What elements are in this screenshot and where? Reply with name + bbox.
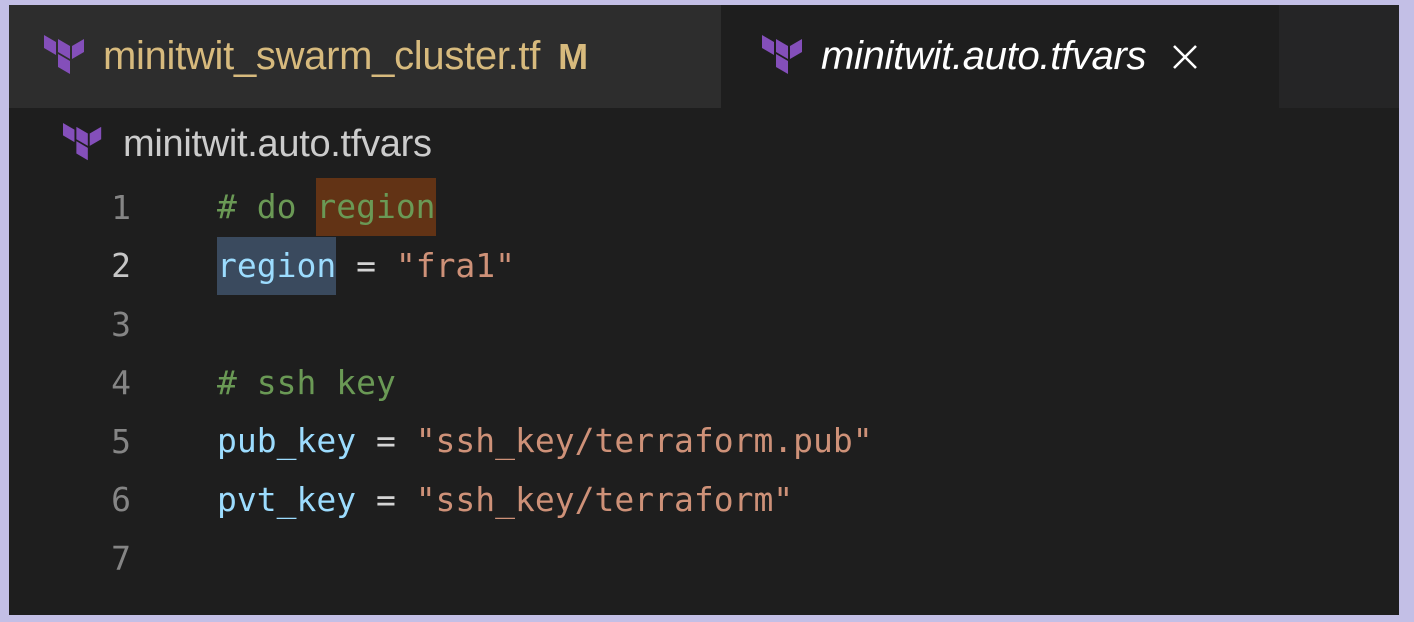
operator-token: = [356,479,416,519]
operator-token: = [336,245,396,285]
modified-badge: M [558,35,589,77]
code-line[interactable]: 5 pub_key = "ssh_key/terraform.pub" [9,412,1399,471]
editor-window: minitwit_swarm_cluster.tf M minitwit.aut… [9,5,1399,615]
line-content: pub_key = "ssh_key/terraform.pub" [217,412,873,470]
selected-variable-token: region [217,236,337,295]
line-content: region = "fra1" [217,236,516,295]
line-content: # ssh key [217,354,396,412]
code-line[interactable]: 1 # do region [9,178,1399,237]
code-line[interactable]: 7 [9,529,1399,588]
line-content: pvt_key = "ssh_key/terraform" [217,471,793,529]
terraform-icon [63,123,102,161]
comment-token: # do [217,187,317,227]
line-number: 1 [111,187,131,227]
line-number: 5 [111,421,131,461]
tab-label: minitwit_swarm_cluster.tf [103,34,541,78]
find-highlight-token: region [316,178,436,237]
line-number: 7 [111,538,131,578]
string-token: "ssh_key/terraform.pub" [415,421,873,461]
variable-token: pvt_key [217,479,357,519]
code-line[interactable]: 6 pvt_key = "ssh_key/terraform" [9,471,1399,530]
terraform-icon [762,34,802,74]
tab-label: minitwit.auto.tfvars [821,34,1147,78]
variable-token: pub_key [217,421,357,461]
line-content: # do region [217,178,436,237]
breadcrumb[interactable]: minitwit.auto.tfvars [61,121,432,167]
line-number: 3 [111,304,131,344]
code-line[interactable]: 4 # ssh key [9,354,1399,413]
line-number: 6 [111,480,131,520]
string-token: "ssh_key/terraform" [415,479,794,519]
comment-token: # ssh key [217,362,396,402]
operator-token: = [356,421,416,461]
tab-minitwit-swarm-cluster[interactable]: minitwit_swarm_cluster.tf M [9,5,721,108]
line-number: 2 [111,246,131,286]
tab-bar: minitwit_swarm_cluster.tf M minitwit.aut… [9,5,1399,108]
code-editor[interactable]: 1 # do region 2 region = "fra1" 3 4 # ss… [9,178,1399,588]
string-token: "fra1" [395,245,516,285]
line-number: 4 [111,363,131,403]
breadcrumb-file-label: minitwit.auto.tfvars [123,122,432,165]
tab-minitwit-auto-tfvars[interactable]: minitwit.auto.tfvars [721,5,1279,108]
code-line[interactable]: 2 region = "fra1" [9,236,1399,296]
close-icon[interactable] [1170,42,1200,72]
code-line[interactable]: 3 [9,295,1399,354]
terraform-icon [44,34,84,74]
